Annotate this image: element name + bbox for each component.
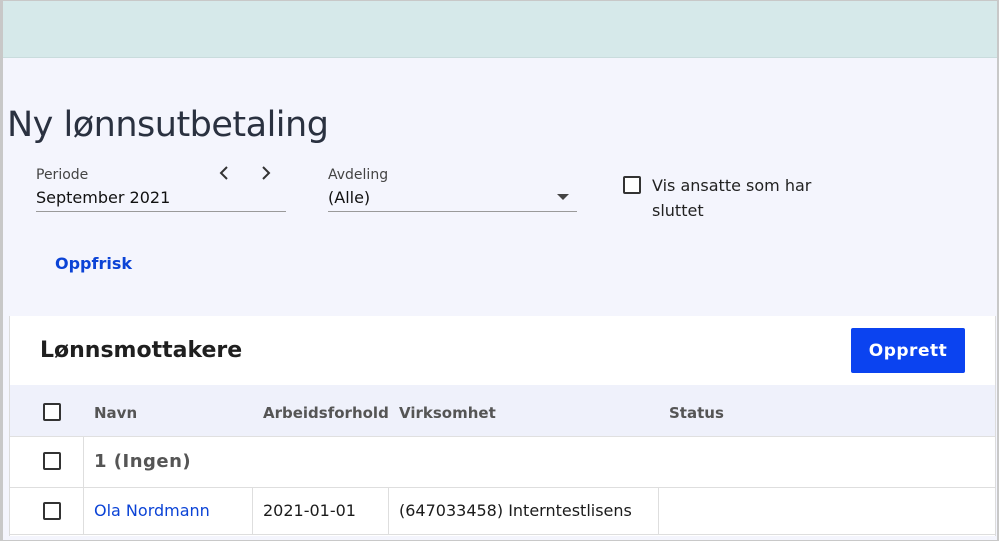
column-header-status[interactable]: Status bbox=[669, 404, 724, 422]
cell-divider bbox=[83, 488, 84, 534]
recipients-title: Lønnsmottakere bbox=[40, 338, 243, 363]
cell-divider bbox=[83, 437, 84, 487]
page-title: Ny lønnsutbetaling bbox=[7, 105, 329, 145]
caret-down-icon bbox=[557, 194, 569, 200]
app-frame: Ny lønnsutbetaling Periode September 202… bbox=[0, 0, 999, 541]
employment-date: 2021-01-01 bbox=[263, 501, 356, 520]
company-name: (647033458) Interntestlisens bbox=[399, 501, 632, 520]
column-header-company[interactable]: Virksomhet bbox=[399, 404, 496, 422]
row-checkbox[interactable] bbox=[43, 502, 61, 520]
group-row: 1 (Ingen) bbox=[10, 437, 995, 488]
department-select[interactable]: Avdeling (Alle) bbox=[328, 164, 577, 212]
column-header-name[interactable]: Navn bbox=[94, 404, 137, 422]
refresh-button[interactable]: Oppfrisk bbox=[55, 254, 132, 273]
recipients-card: Lønnsmottakere Opprett Navn Arbeidsforho… bbox=[9, 316, 996, 536]
top-bar bbox=[3, 1, 997, 58]
table-row[interactable]: Ola Nordmann 2021-01-01 (647033458) Inte… bbox=[10, 488, 995, 535]
show-quit-checkbox[interactable] bbox=[623, 176, 641, 194]
chevron-right-icon[interactable] bbox=[258, 164, 274, 182]
create-button[interactable]: Opprett bbox=[851, 328, 965, 373]
chevron-left-icon[interactable] bbox=[216, 164, 232, 182]
cell-divider bbox=[658, 488, 659, 534]
period-label: Periode bbox=[36, 167, 89, 183]
employee-name-link[interactable]: Ola Nordmann bbox=[94, 501, 210, 520]
table-header: Navn Arbeidsforhold Virksomhet Status bbox=[10, 385, 995, 437]
select-all-checkbox[interactable] bbox=[43, 403, 61, 421]
recipients-table: Navn Arbeidsforhold Virksomhet Status 1 … bbox=[10, 385, 995, 535]
show-quit-label: Vis ansatte som har sluttet bbox=[652, 176, 812, 220]
period-field[interactable]: Periode September 2021 bbox=[36, 164, 286, 212]
cell-divider bbox=[252, 488, 253, 534]
period-value: September 2021 bbox=[36, 188, 171, 207]
department-value: (Alle) bbox=[328, 188, 371, 207]
column-header-employment[interactable]: Arbeidsforhold bbox=[263, 404, 389, 422]
group-checkbox[interactable] bbox=[43, 452, 61, 470]
department-label: Avdeling bbox=[328, 167, 389, 183]
group-label: 1 (Ingen) bbox=[94, 451, 192, 472]
cell-divider bbox=[388, 488, 389, 534]
